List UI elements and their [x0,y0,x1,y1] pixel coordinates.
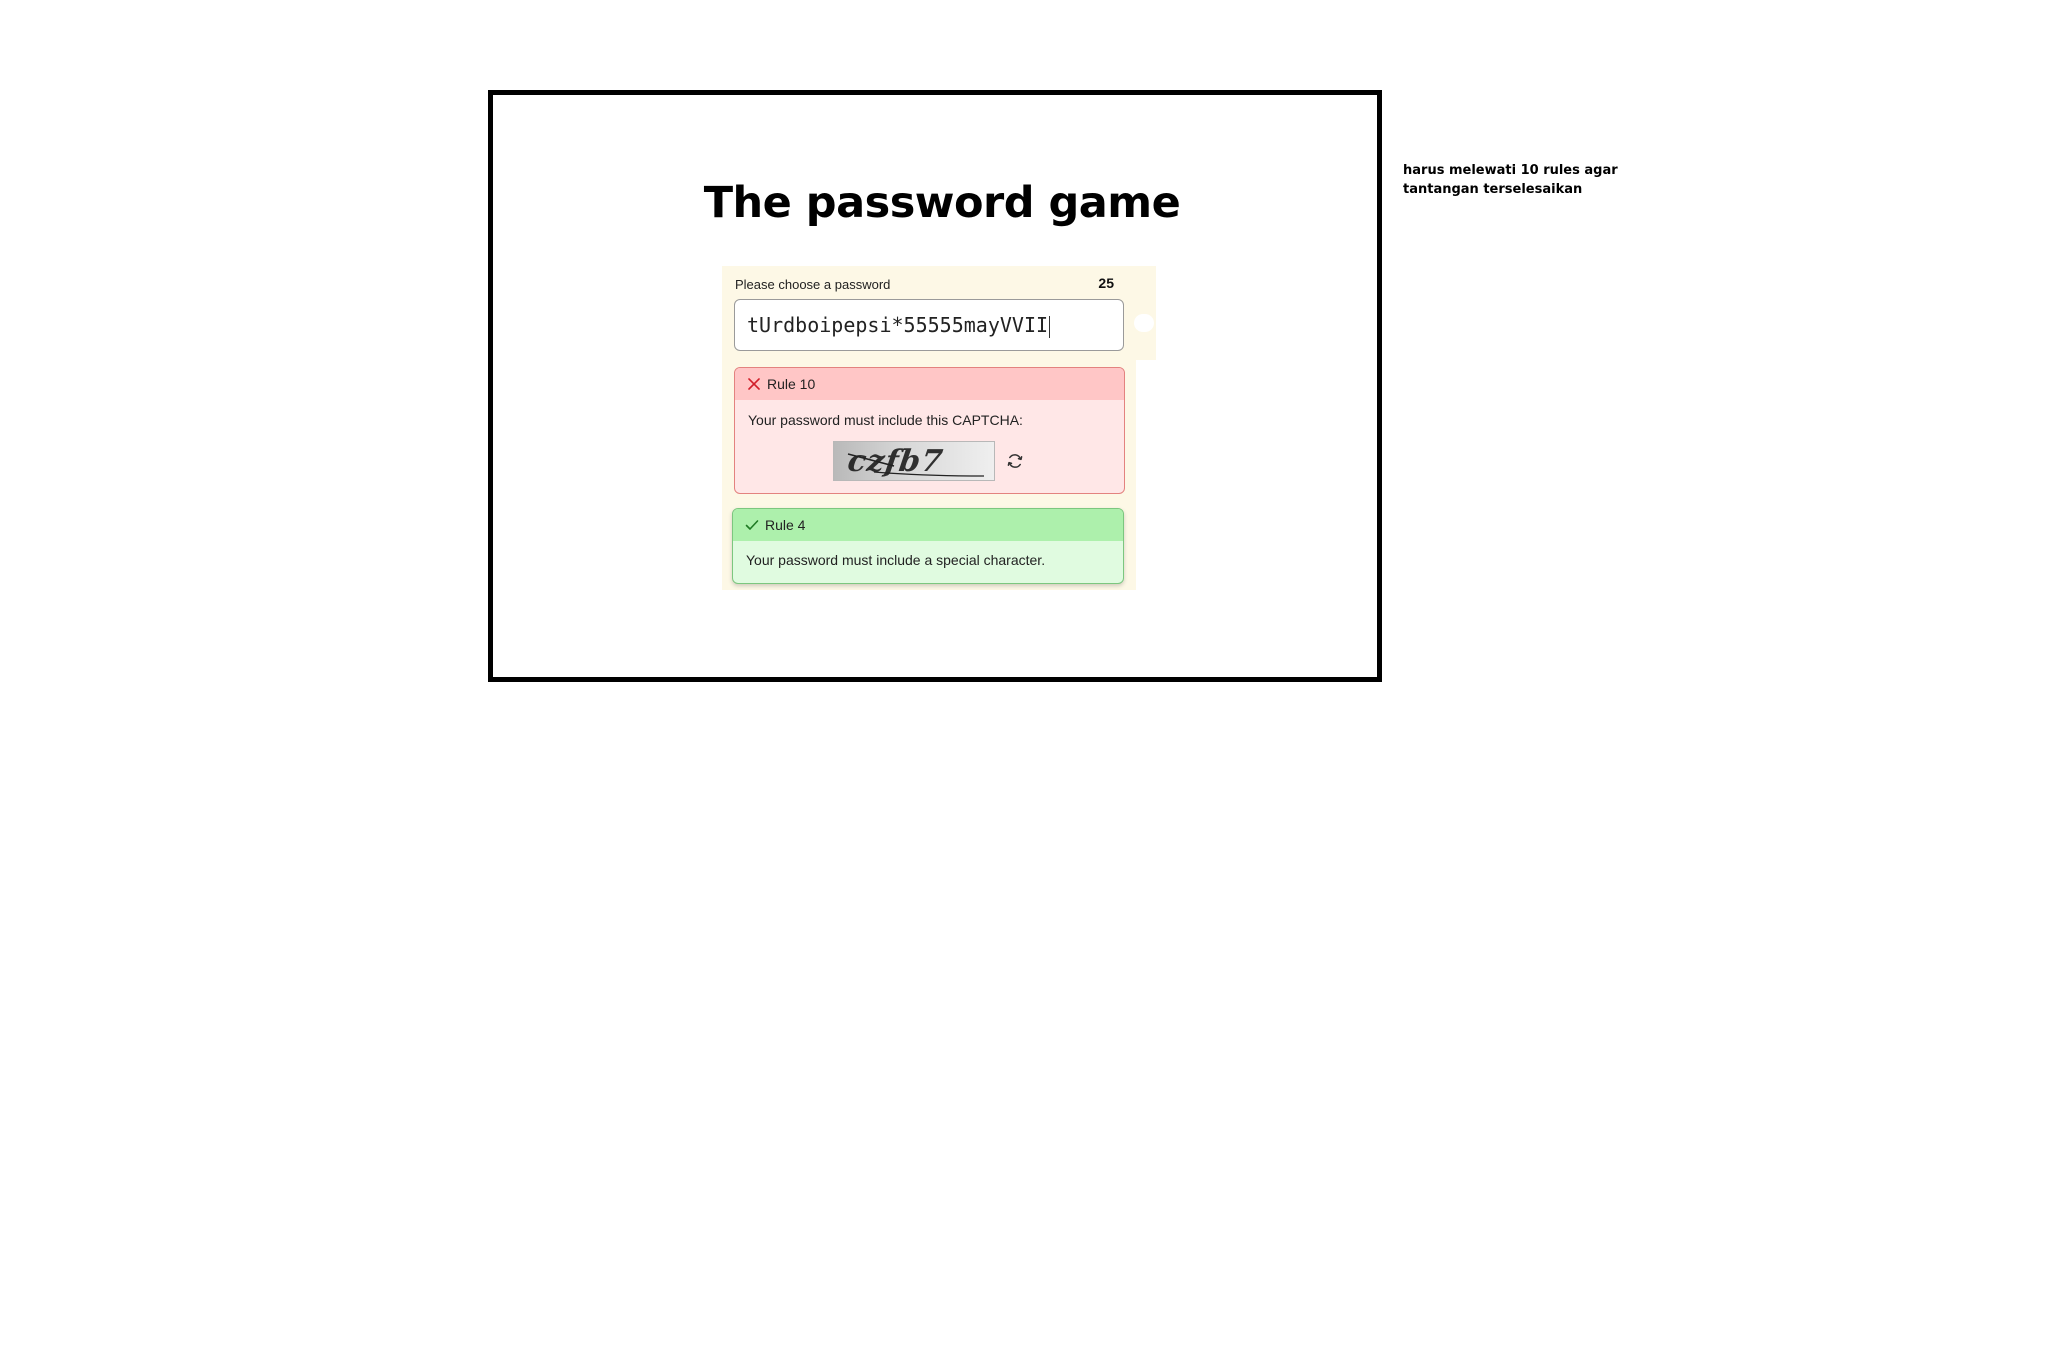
rule-10-text: Your password must include this CAPTCHA: [748,412,1023,428]
captcha-noise-lines [847,453,985,477]
captcha-row: czfb7 [833,440,1025,482]
text-cursor [1049,315,1051,338]
rule-10-label: Rule 10 [767,376,816,392]
screenshot-frame: The password game Please choose a passwo… [488,90,1382,682]
password-input[interactable]: tUrdboipepsi*55555mayVVII [734,299,1124,351]
rule-4-card: Rule 4 Your password must include a spec… [732,508,1124,584]
decoration-blob [1134,314,1154,332]
x-icon [748,378,760,390]
rule-4-text: Your password must include a special cha… [746,552,1046,568]
page-title: The password game [703,178,1181,228]
password-panel: Please choose a password 25 tUrdboipepsi… [722,266,1156,360]
refresh-icon[interactable] [1005,451,1025,471]
rule-10-card: Rule 10 Your password must include this … [734,367,1125,494]
password-value: tUrdboipepsi*55555mayVVII [747,313,1049,337]
password-label: Please choose a password [735,277,891,292]
check-icon [745,520,759,530]
character-count: 25 [1098,275,1114,291]
rule-10-header: Rule 10 [735,368,1124,400]
annotation-note: harus melewati 10 rules agar tantangan t… [1403,163,1618,197]
rule-4-header: Rule 4 [733,509,1123,541]
captcha-image: czfb7 [833,441,995,481]
rule-4-label: Rule 4 [765,517,806,533]
